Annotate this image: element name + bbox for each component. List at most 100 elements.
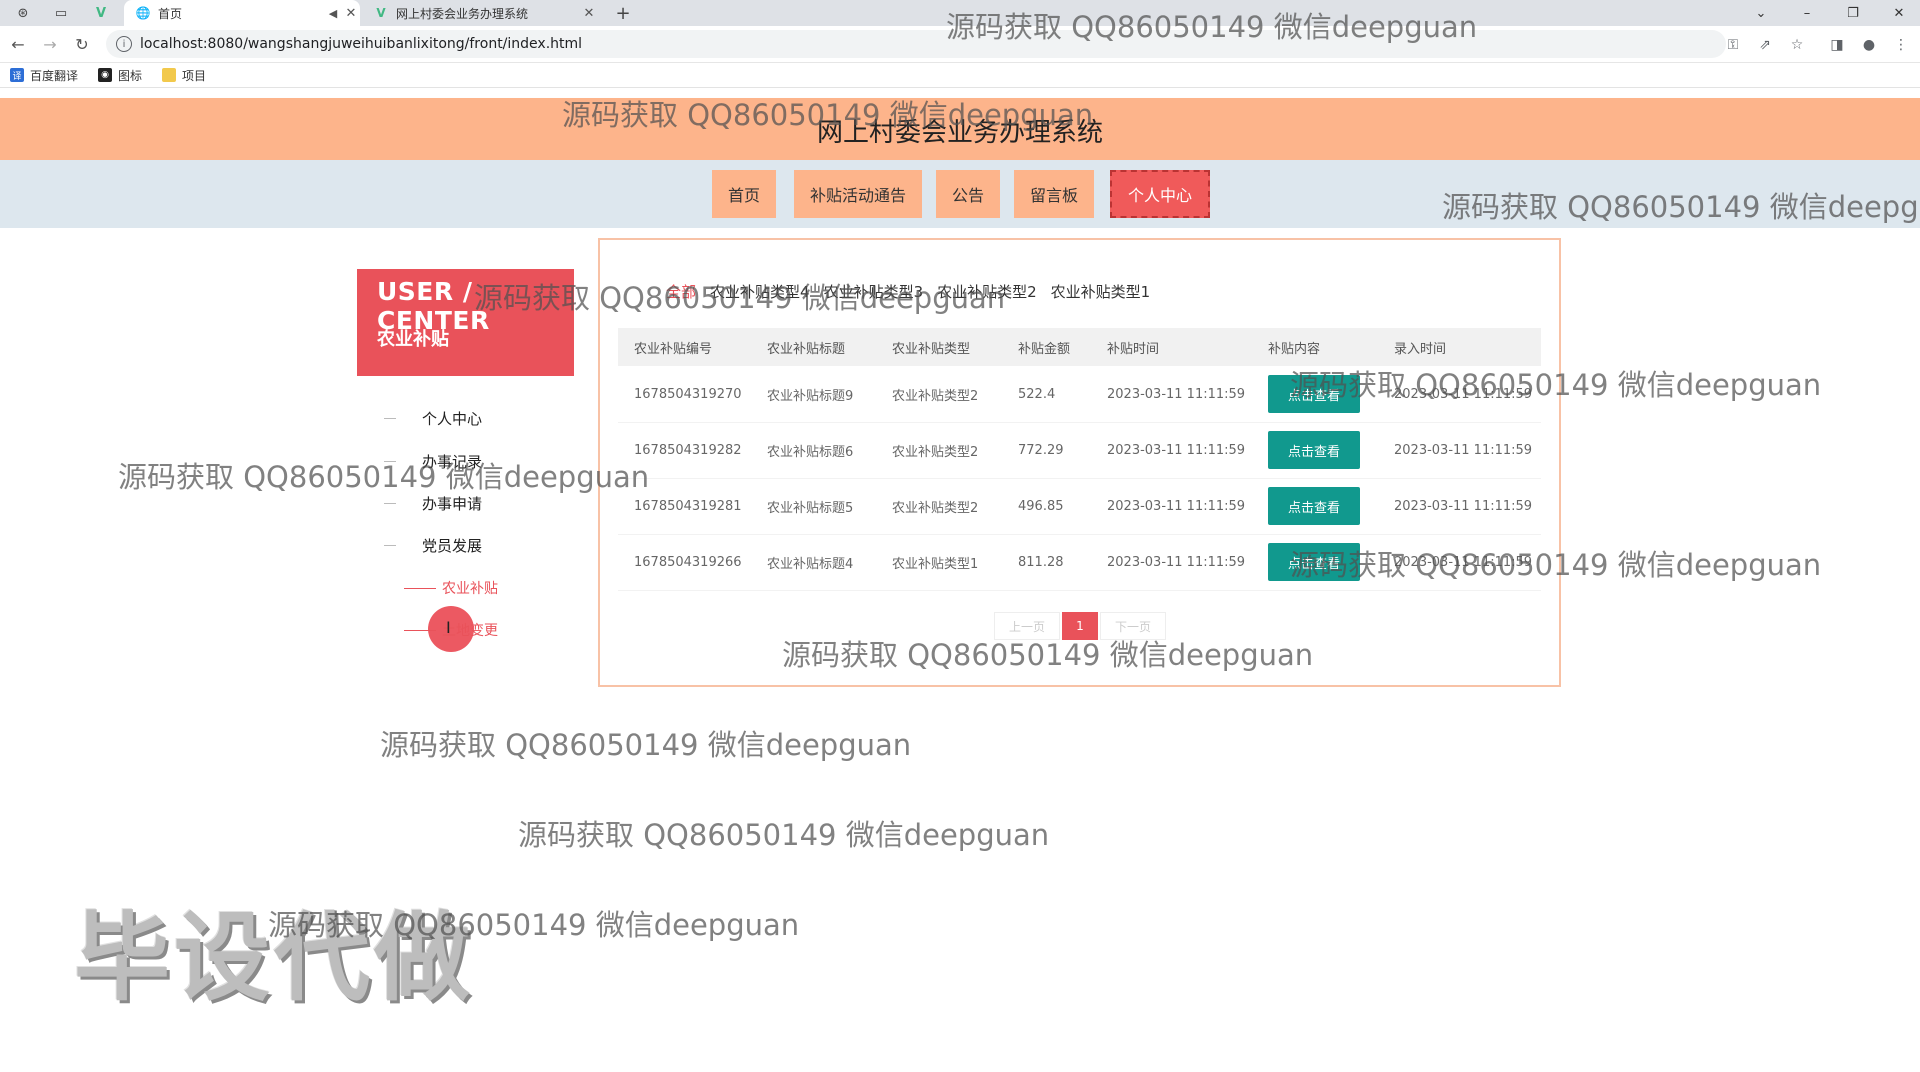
cell-title: 农业补贴标题6 [767, 444, 854, 460]
watermark-text: 源码获取 QQ86050149 微信deepguan [782, 638, 1314, 672]
cell-time: 2023-03-11 11:11:59 [1107, 498, 1246, 514]
folder-icon [162, 68, 176, 82]
tab-system[interactable]: V 网上村委会业务办理系统 ✕ [362, 0, 598, 26]
cell-time: 2023-03-11 11:11:59 [1107, 442, 1246, 458]
text-cursor-icon: I [446, 618, 451, 637]
minimize-icon[interactable]: – [1784, 0, 1830, 26]
tab-group-icon[interactable]: ▭ [52, 4, 70, 22]
vue-icon[interactable]: V [92, 4, 110, 22]
vue-icon: V [376, 6, 386, 20]
watermark-text: 源码获取 QQ86050149 微信deepguan [518, 818, 1050, 852]
col-time: 补贴时间 [1107, 341, 1160, 357]
cell-amount: 772.29 [1018, 442, 1064, 458]
watermark-text: 源码获取 QQ86050149 微信deepguan [380, 728, 912, 762]
col-entry-time: 录入时间 [1394, 341, 1447, 357]
view-detail-button[interactable]: 点击查看 [1268, 431, 1360, 469]
stamp-text: 毕设代做 [74, 902, 474, 1014]
site-info-icon[interactable]: i [116, 36, 132, 52]
iconfont-icon: ◉ [98, 68, 112, 82]
watermark-text: 源码获取 QQ86050149 微信deepguan [474, 281, 1006, 315]
nav-personal-center[interactable]: 个人中心 [1110, 170, 1210, 218]
table-header: 农业补贴编号 农业补贴标题 农业补贴类型 补贴金额 补贴时间 补贴内容 录入时间 [618, 328, 1541, 366]
cell-id: 1678504319270 [634, 386, 742, 402]
speaker-icon[interactable]: ◀ [324, 7, 342, 20]
forward-icon[interactable]: → [40, 34, 60, 54]
table-row: 1678504319281 农业补贴标题5 农业补贴类型2 496.85 202… [618, 478, 1541, 535]
cell-id: 1678504319281 [634, 498, 742, 514]
tab-title: 首页 [158, 6, 183, 21]
browser-profile-icon[interactable]: ⊛ [14, 4, 32, 22]
watermark-text: 源码获取 QQ86050149 微信deepguan [1290, 368, 1822, 402]
cell-amount: 496.85 [1018, 498, 1064, 514]
key-icon[interactable]: ⚿ [1722, 34, 1744, 56]
url-field[interactable]: i localhost:8080/wangshangjuweihuibanlix… [106, 30, 1726, 58]
nav-announcement[interactable]: 公告 [936, 170, 1000, 218]
cell-title: 农业补贴标题4 [767, 556, 854, 572]
col-amount: 补贴金额 [1018, 341, 1071, 357]
watermark-text: 源码获取 QQ86050149 微信deepguan [562, 98, 1094, 132]
sidebar-item-label: 党员发展 [422, 536, 483, 555]
sidebar-item-personal-center[interactable]: 个人中心 [384, 408, 482, 428]
cell-type: 农业补贴类型2 [892, 444, 979, 460]
nav-message-board[interactable]: 留言板 [1014, 170, 1094, 218]
view-detail-button[interactable]: 点击查看 [1268, 487, 1360, 525]
cell-type: 农业补贴类型1 [892, 556, 979, 572]
cell-type: 农业补贴类型2 [892, 500, 979, 516]
url-text: localhost:8080/wangshangjuweihuibanlixit… [140, 36, 583, 52]
cell-entry-time: 2023-03-11 11:11:59 [1394, 442, 1533, 458]
close-window-icon[interactable]: ✕ [1876, 0, 1920, 26]
watermark-text: 源码获取 QQ86050149 微信deepguan [268, 908, 800, 942]
baidu-translate-icon: 译 [10, 68, 24, 82]
cell-id: 1678504319266 [634, 554, 742, 570]
watermark-text: 源码获取 QQ86050149 微信deepg [1442, 190, 1919, 224]
col-content: 补贴内容 [1268, 341, 1321, 357]
close-tab-icon[interactable]: ✕ [580, 6, 598, 21]
tab-home[interactable]: 🌐 首页 ◀ ✕ [124, 0, 360, 26]
bookmarks-bar: 译 百度翻译 ◉ 图标 项目 [0, 63, 1920, 88]
sidebar-item-apply[interactable]: 办事申请 [384, 493, 482, 513]
new-tab-icon[interactable]: + [614, 3, 632, 24]
share-icon[interactable]: ⇗ [1754, 34, 1776, 56]
cell-type: 农业补贴类型2 [892, 388, 979, 404]
watermark-text: 源码获取 QQ86050149 微信deepguan [946, 10, 1478, 44]
reload-icon[interactable]: ↻ [72, 34, 92, 54]
sidebar-title-cn: 农业补贴 [377, 329, 449, 350]
cell-amount: 811.28 [1018, 554, 1064, 570]
cell-entry-time: 2023-03-11 11:11:59 [1394, 498, 1533, 514]
cell-time: 2023-03-11 11:11:59 [1107, 554, 1246, 570]
bookmark-label: 项目 [182, 68, 207, 83]
restore-icon[interactable]: ❐ [1830, 0, 1876, 26]
globe-icon: 🌐 [135, 6, 151, 20]
bookmark-icons[interactable]: ◉ 图标 [98, 67, 142, 83]
nav-home[interactable]: 首页 [712, 170, 776, 218]
nav-subsidy-notice[interactable]: 补贴活动通告 [794, 170, 922, 218]
cell-title: 农业补贴标题9 [767, 388, 854, 404]
sidebar-subitem-land-change[interactable]: 土地变更 [404, 620, 498, 640]
tab-search-icon[interactable]: ⌄ [1738, 0, 1784, 26]
watermark-text: 源码获取 QQ86050149 微信deepguan [118, 460, 650, 494]
watermark-text: 源码获取 QQ86050149 微信deepguan [1290, 548, 1822, 582]
sidebar-item-party[interactable]: 党员发展 [384, 535, 482, 555]
table-row: 1678504319282 农业补贴标题6 农业补贴类型2 772.29 202… [618, 422, 1541, 479]
sidebar-subitem-label: 农业补贴 [442, 581, 498, 597]
filter-type-1[interactable]: 农业补贴类型1 [1051, 281, 1151, 302]
sidebar-item-label: 个人中心 [422, 409, 483, 428]
back-icon[interactable]: ← [8, 34, 28, 54]
side-panel-icon[interactable]: ◨ [1826, 34, 1848, 56]
bookmark-baidu-translate[interactable]: 译 百度翻译 [10, 67, 78, 83]
bookmark-label: 百度翻译 [30, 68, 79, 83]
col-type: 农业补贴类型 [892, 341, 971, 357]
cell-time: 2023-03-11 11:11:59 [1107, 386, 1246, 402]
close-tab-icon[interactable]: ✕ [342, 6, 360, 21]
bookmark-label: 图标 [118, 68, 143, 83]
cell-id: 1678504319282 [634, 442, 742, 458]
star-icon[interactable]: ☆ [1786, 34, 1808, 56]
sidebar-subitem-agri-subsidy[interactable]: 农业补贴 [404, 578, 498, 598]
col-id: 农业补贴编号 [634, 341, 713, 357]
cell-amount: 522.4 [1018, 386, 1056, 402]
cell-title: 农业补贴标题5 [767, 500, 854, 516]
bookmark-project[interactable]: 项目 [162, 67, 206, 83]
profile-icon[interactable]: ● [1858, 34, 1880, 56]
tab-title: 网上村委会业务办理系统 [396, 6, 529, 21]
menu-icon[interactable]: ⋮ [1890, 34, 1912, 56]
